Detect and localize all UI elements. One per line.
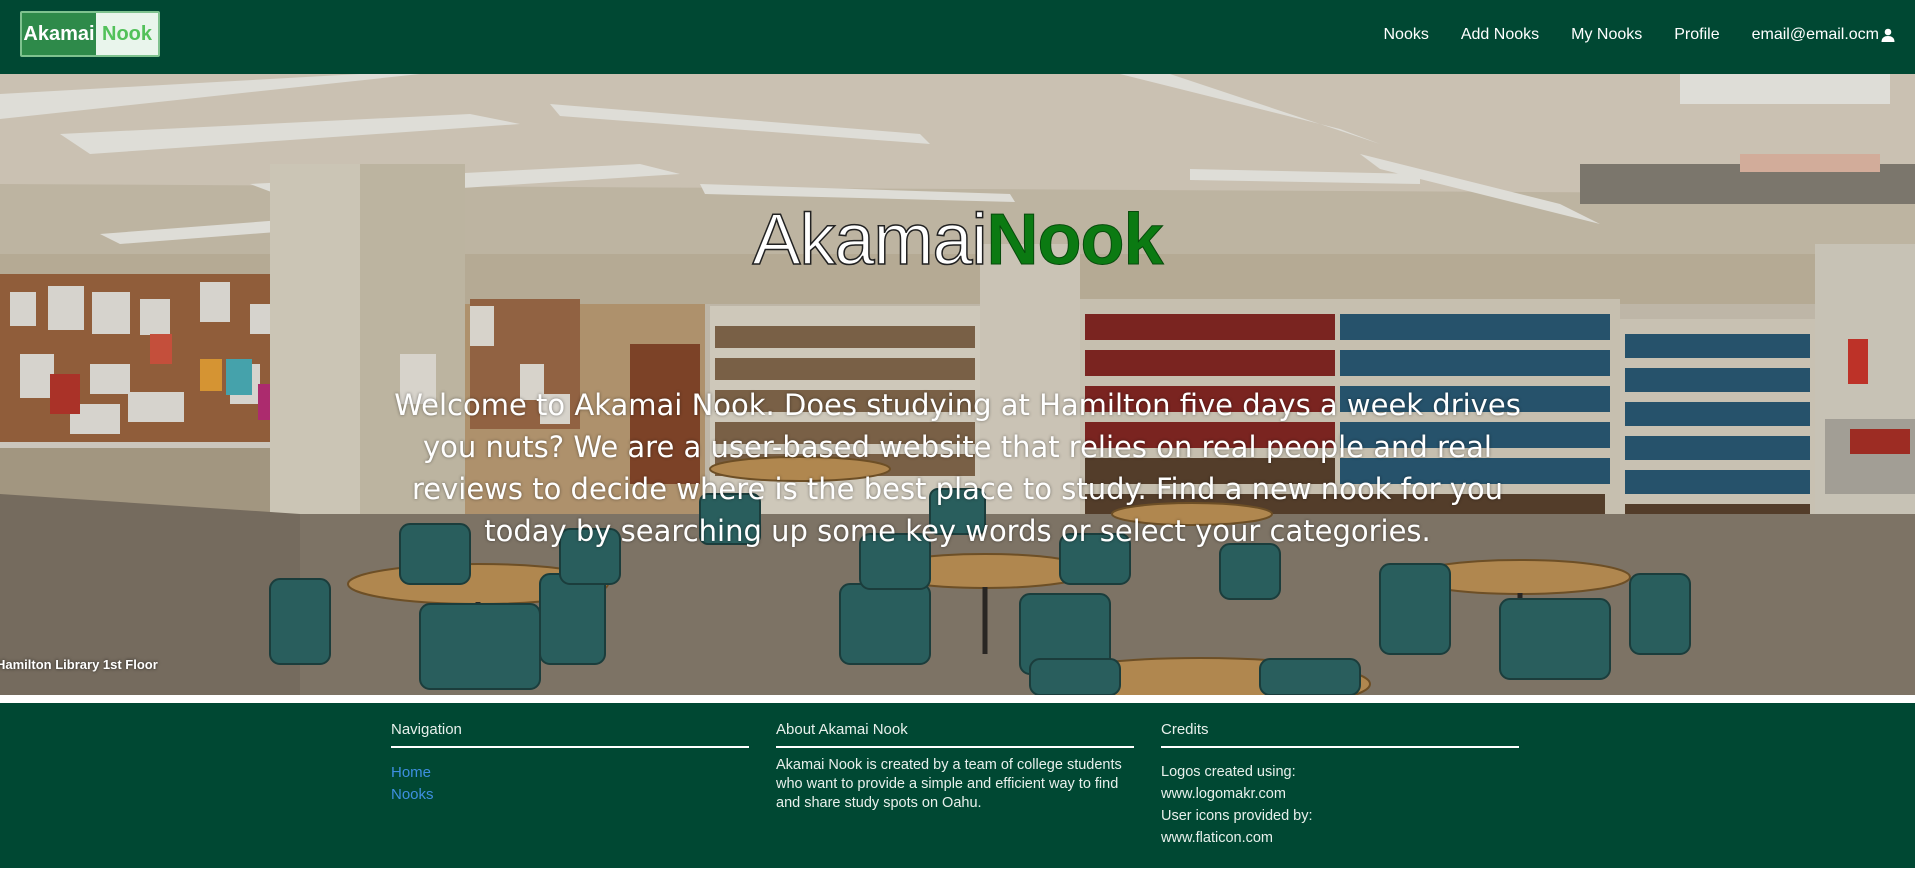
footer-about-text: Akamai Nook is created by a team of coll…: [776, 757, 1122, 811]
footer-link-nooks[interactable]: Nooks: [391, 784, 749, 806]
credits-line: User icons provided by:: [1161, 808, 1313, 824]
hero-title: AkamaiNook: [0, 199, 1915, 281]
hero-section: AkamaiNook Welcome to Akamai Nook. Does …: [0, 74, 1915, 695]
nav-link-my-nooks[interactable]: My Nooks: [1571, 26, 1642, 44]
footer-credits-column: Credits Logos created using: www.logomak…: [1161, 721, 1519, 849]
akamai-nook-logo[interactable]: Akamai Nook: [20, 11, 160, 57]
nav-link-profile[interactable]: Profile: [1674, 26, 1719, 44]
nav-link-nooks[interactable]: Nooks: [1384, 26, 1429, 44]
footer-navigation-links: Home Nooks: [391, 762, 749, 806]
footer-link-home[interactable]: Home: [391, 762, 749, 784]
hero-image-caption: Hamilton Library 1st Floor: [0, 657, 158, 672]
hero-title-akamai: Akamai: [752, 199, 989, 281]
footer-navigation-heading: Navigation: [391, 721, 749, 748]
logo-text-nook: Nook: [96, 13, 158, 55]
bottom-divider: [0, 868, 1915, 872]
footer-about-column: About Akamai Nook Akamai Nook is created…: [776, 721, 1134, 813]
credits-line: www.logomakr.com: [1161, 786, 1286, 802]
footer-about-heading: About Akamai Nook: [776, 721, 1134, 748]
nav-link-add-nooks[interactable]: Add Nooks: [1461, 26, 1539, 44]
user-icon: [1881, 28, 1895, 42]
credits-line: www.flaticon.com: [1161, 830, 1274, 846]
user-email: email@email.ocm: [1751, 26, 1879, 43]
nav-user-menu[interactable]: email@email.ocm: [1752, 26, 1895, 44]
credits-line: Logos created using:: [1161, 764, 1296, 780]
footer-credits-heading: Credits: [1161, 721, 1519, 748]
logo-text-akamai: Akamai: [22, 13, 96, 55]
site-footer: Navigation Home Nooks About Akamai Nook …: [0, 703, 1915, 868]
top-navbar: Akamai Nook Nooks Add Nooks My Nooks Pro…: [0, 0, 1915, 74]
footer-navigation-column: Navigation Home Nooks: [391, 721, 749, 806]
hero-title-nook: Nook: [986, 200, 1164, 281]
footer-credits-list: Logos created using: www.logomakr.com Us…: [1161, 761, 1519, 849]
nav-links: Nooks Add Nooks My Nooks Profile email@e…: [1384, 0, 1896, 70]
hero-description: Welcome to Akamai Nook. Does studying at…: [394, 388, 1521, 548]
